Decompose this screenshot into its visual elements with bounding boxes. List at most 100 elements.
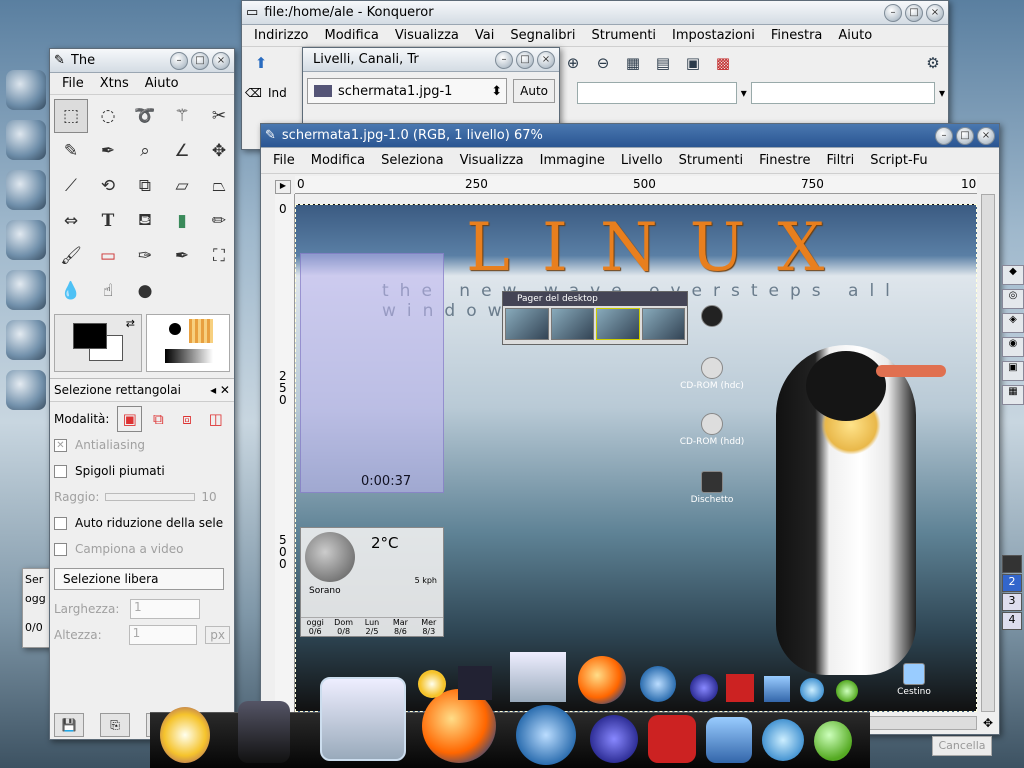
network-browser-icon[interactable] bbox=[516, 705, 576, 765]
flip-icon[interactable]: ⇔ bbox=[54, 204, 88, 238]
menu-visualizza[interactable]: Visualizza bbox=[387, 28, 467, 43]
icon-view-icon[interactable]: ▦ bbox=[620, 50, 646, 76]
scissors-icon[interactable]: ✂ bbox=[202, 99, 234, 133]
magic-wand-icon[interactable]: ⚚ bbox=[165, 99, 199, 133]
pencil-icon[interactable]: ✏ bbox=[202, 204, 234, 238]
network-small-icon[interactable] bbox=[640, 666, 676, 702]
foreground-color[interactable] bbox=[73, 323, 107, 349]
menu-immagine[interactable]: Immagine bbox=[532, 153, 613, 168]
close-button[interactable]: × bbox=[977, 126, 995, 145]
menu-modifica[interactable]: Modifica bbox=[317, 28, 387, 43]
clock-icon[interactable] bbox=[6, 370, 46, 410]
brush-pattern-gradient[interactable] bbox=[146, 314, 230, 372]
disk-icon[interactable] bbox=[6, 270, 46, 310]
menu-strumenti[interactable]: Strumenti bbox=[671, 153, 752, 168]
pager-desk[interactable] bbox=[505, 308, 549, 340]
antialiasing-checkbox[interactable]: ✕ bbox=[54, 438, 67, 452]
minimize-button[interactable]: – bbox=[495, 50, 513, 69]
mode-intersect-icon[interactable]: ◫ bbox=[203, 406, 228, 432]
menu-file[interactable]: File bbox=[54, 76, 92, 91]
mode-replace-icon[interactable]: ▣ bbox=[117, 406, 143, 432]
menu-xtns[interactable]: Xtns bbox=[92, 76, 137, 91]
quickmask-menu-button[interactable]: ▶ bbox=[275, 180, 291, 194]
gradient-preview[interactable] bbox=[165, 349, 213, 363]
maximize-button[interactable]: □ bbox=[191, 51, 209, 70]
sample-merged-checkbox[interactable] bbox=[54, 542, 67, 556]
clear-location-icon[interactable]: ⌫ bbox=[245, 86, 262, 100]
move-icon[interactable]: ✥ bbox=[202, 134, 234, 168]
apple-small-icon[interactable] bbox=[836, 680, 858, 702]
ink-icon[interactable]: ✒ bbox=[165, 239, 199, 273]
airbrush-icon[interactable]: ✑ bbox=[128, 239, 162, 273]
pattern-preview[interactable] bbox=[189, 319, 213, 343]
maximize-button[interactable]: □ bbox=[956, 126, 974, 145]
image-canvas[interactable]: LINUX the new wave oversteps all windows… bbox=[295, 204, 977, 712]
mms-icon[interactable] bbox=[590, 715, 638, 763]
mb-small-icon[interactable] bbox=[726, 674, 754, 702]
rotate-icon[interactable]: ⟲ bbox=[91, 169, 125, 203]
selection-mode-combo[interactable]: Selezione libera bbox=[54, 568, 224, 590]
maximize-button[interactable]: □ bbox=[516, 50, 534, 69]
zoom-in-icon[interactable]: ⊕ bbox=[560, 50, 586, 76]
menu-finestre[interactable]: Finestre bbox=[751, 153, 818, 168]
grid-icon[interactable]: ▩ bbox=[710, 50, 736, 76]
save-options-icon[interactable]: 💾 bbox=[54, 713, 84, 737]
smudge-icon[interactable]: ☝ bbox=[91, 274, 125, 308]
preview-icon[interactable]: ▣ bbox=[680, 50, 706, 76]
image-combo[interactable]: schermata1.jpg-1 ⬍ bbox=[307, 78, 508, 104]
display-settings-icon[interactable] bbox=[320, 677, 406, 761]
color-picker-icon[interactable]: ✒ bbox=[91, 134, 125, 168]
shear-icon[interactable]: ▱ bbox=[165, 169, 199, 203]
computer-icon[interactable] bbox=[706, 717, 752, 763]
pager-desk[interactable] bbox=[550, 308, 594, 340]
desktop-4[interactable]: 4 bbox=[1002, 612, 1022, 630]
zoom-icon[interactable]: ⌕ bbox=[128, 134, 162, 168]
menu-file[interactable]: File bbox=[265, 153, 303, 168]
cancel-button[interactable]: Cancella bbox=[932, 736, 992, 756]
menu-visualizza[interactable]: Visualizza bbox=[452, 153, 532, 168]
menu-livello[interactable]: Livello bbox=[613, 153, 671, 168]
kde-small-icon[interactable] bbox=[418, 670, 446, 698]
network-globe-icon[interactable] bbox=[762, 719, 804, 761]
menu-impostazioni[interactable]: Impostazioni bbox=[664, 28, 763, 43]
antialiasing-row[interactable]: ✕ Antialiasing bbox=[54, 432, 230, 458]
minimize-button[interactable]: – bbox=[884, 3, 902, 22]
up-arrow-icon[interactable]: ⬆ bbox=[248, 50, 274, 76]
zoom-out-icon[interactable]: ⊖ bbox=[590, 50, 616, 76]
panel-menu-icon[interactable]: ◂ ✕ bbox=[210, 383, 230, 397]
tux-small-icon[interactable] bbox=[458, 666, 492, 700]
image-titlebar[interactable]: ✎ schermata1.jpg-1.0 (RGB, 1 livello) 67… bbox=[261, 124, 999, 148]
minimize-button[interactable]: – bbox=[935, 126, 953, 145]
minimize-button[interactable]: – bbox=[170, 51, 188, 70]
restore-options-icon[interactable]: ⎘ bbox=[100, 713, 130, 737]
radius-slider[interactable] bbox=[105, 493, 196, 501]
clone-icon[interactable]: ⛶ bbox=[202, 239, 234, 273]
sample-merged-row[interactable]: Campiona a video bbox=[54, 536, 230, 562]
layers-titlebar[interactable]: Livelli, Canali, Tr – □ × bbox=[303, 48, 559, 72]
menu-indirizzo[interactable]: Indirizzo bbox=[246, 28, 317, 43]
mb-icon[interactable] bbox=[648, 715, 696, 763]
mms-small-icon[interactable] bbox=[690, 674, 718, 702]
menu-filtri[interactable]: Filtri bbox=[818, 153, 862, 168]
paintbrush-icon[interactable]: 🖌 bbox=[54, 239, 88, 273]
panel-icon[interactable]: ◎ bbox=[1002, 289, 1024, 309]
tux-desktop-icon[interactable] bbox=[672, 305, 752, 329]
panel-icon[interactable]: ◉ bbox=[1002, 337, 1024, 357]
firefox-small-icon[interactable] bbox=[578, 656, 626, 704]
lasso-icon[interactable]: ➰ bbox=[128, 99, 162, 133]
scale-icon[interactable]: ⧉ bbox=[128, 169, 162, 203]
bucket-fill-icon[interactable]: ⛾ bbox=[128, 204, 162, 238]
cdrom-hdd-icon[interactable]: CD-ROM (hdd) bbox=[672, 413, 752, 447]
close-button[interactable]: × bbox=[212, 51, 230, 70]
kde-icon[interactable] bbox=[6, 70, 46, 110]
autoshrink-checkbox[interactable] bbox=[54, 516, 67, 530]
panel-icon[interactable]: ▦ bbox=[1002, 385, 1024, 405]
desktop-3[interactable]: 3 bbox=[1002, 593, 1022, 611]
width-input[interactable]: 1 bbox=[130, 599, 200, 619]
mode-subtract-icon[interactable]: ⧈ bbox=[175, 406, 200, 432]
panel-icon[interactable]: ◈ bbox=[1002, 313, 1024, 333]
panel-icon[interactable]: ▣ bbox=[1002, 361, 1024, 381]
pager-desk[interactable] bbox=[596, 308, 640, 340]
fg-bg-colors[interactable]: ⇄ bbox=[54, 314, 142, 372]
horizontal-ruler[interactable]: 0 250 500 750 10 bbox=[295, 176, 977, 194]
